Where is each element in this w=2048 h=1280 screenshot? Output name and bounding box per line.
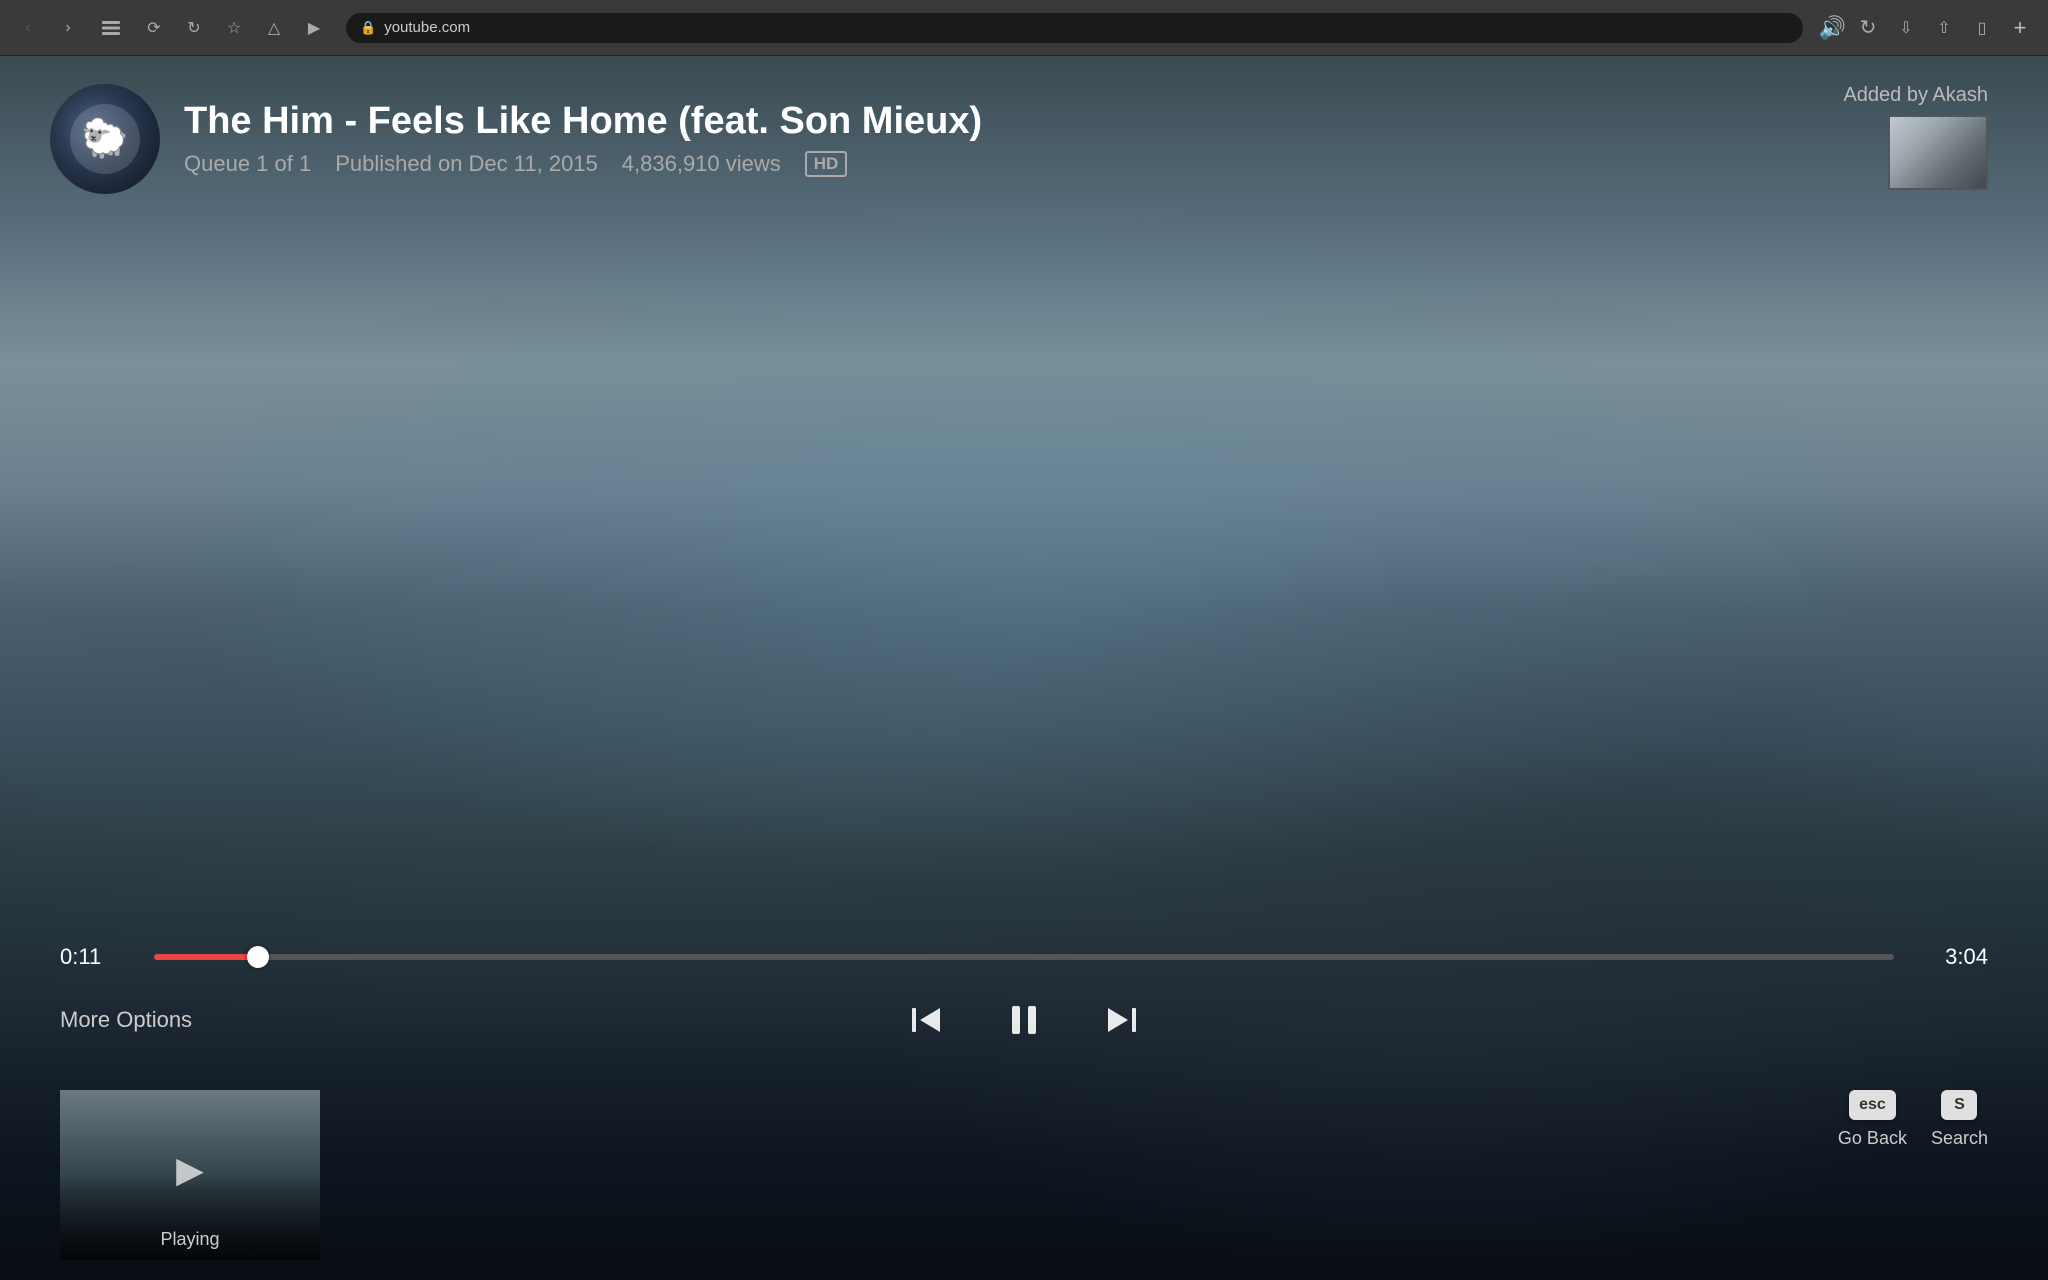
total-time: 3:04 [1918,944,1988,970]
more-options-button[interactable]: More Options [60,1007,192,1033]
forward-button[interactable]: › [52,12,84,44]
home-button[interactable]: △ [258,12,290,44]
playback-controls [908,1000,1140,1040]
refresh-button[interactable]: ↻ [1852,12,1884,44]
progress-bar[interactable] [154,954,1894,960]
next-button[interactable] [1104,1002,1140,1038]
publish-date: Published on Dec 11, 2015 [335,151,598,177]
track-info-left: 🐑 The Him - Feels Like Home (feat. Son M… [50,84,982,194]
added-by-section: Added by Akash [1843,84,1988,190]
new-tab-button[interactable]: + [2004,12,2036,44]
back-button[interactable]: ‹ [12,12,44,44]
upload-button[interactable]: ⇧ [1928,12,1960,44]
tab-overview-button[interactable] [92,12,130,44]
progress-row: 0:11 3:04 [60,944,1988,970]
lock-icon: 🔒 [360,20,376,36]
album-art-inner: 🐑 [70,104,140,174]
queue-thumbnail: ▶ Playing [60,1090,320,1260]
pause-button[interactable] [1004,1000,1044,1040]
bottom-area: ▶ Playing esc Go Back S Search [0,1070,2048,1280]
progress-handle[interactable] [247,946,269,968]
top-info-bar: 🐑 The Him - Feels Like Home (feat. Son M… [0,56,2048,194]
keyboard-shortcuts: esc Go Back S Search [1838,1090,1988,1159]
search-label: Search [1931,1128,1988,1149]
address-bar[interactable]: 🔒 youtube.com [346,13,1803,43]
history-button[interactable]: ↻ [178,12,210,44]
track-details: The Him - Feels Like Home (feat. Son Mie… [184,101,982,177]
queue-position: Queue 1 of 1 [184,151,311,177]
shortcut-go-back: esc Go Back [1838,1090,1907,1149]
album-art: 🐑 [50,84,160,194]
go-back-label: Go Back [1838,1128,1907,1149]
controls-row: More Options [60,1000,1988,1040]
tabs-button[interactable]: ▯ [1966,12,1998,44]
thumbnail-preview [1888,115,1988,190]
album-art-icon: 🐑 [81,117,128,161]
browser-chrome: ‹ › ⟳ ↻ ☆ △ ▶ 🔒 youtube.com 🔊 ↻ ⇩ ⇧ ▯ + [0,0,2048,56]
shortcut-search: S Search [1931,1090,1988,1149]
progress-fill [154,954,258,960]
current-time: 0:11 [60,944,130,970]
download-button[interactable]: ⇩ [1890,12,1922,44]
share-button[interactable]: ▶ [298,12,330,44]
added-by-text: Added by Akash [1843,84,1988,107]
player-controls: 0:11 3:04 More Options [0,944,2048,1040]
play-overlay-icon: ▶ [165,1145,215,1195]
volume-icon[interactable]: 🔊 [1819,15,1846,41]
hd-badge: HD [805,151,848,177]
url-text: youtube.com [384,19,470,36]
track-title: The Him - Feels Like Home (feat. Son Mie… [184,101,982,143]
browser-right-controls: 🔊 ↻ ⇩ ⇧ ▯ + [1819,12,2036,44]
esc-key-badge: esc [1849,1090,1896,1120]
previous-button[interactable] [908,1002,944,1038]
playing-label: Playing [60,1229,320,1250]
track-meta: Queue 1 of 1 Published on Dec 11, 2015 4… [184,151,982,177]
reload-button[interactable]: ⟳ [138,12,170,44]
main-content: 🐑 The Him - Feels Like Home (feat. Son M… [0,56,2048,1280]
s-key-badge: S [1941,1090,1977,1120]
view-count: 4,836,910 views [622,151,781,177]
bookmarks-button[interactable]: ☆ [218,12,250,44]
